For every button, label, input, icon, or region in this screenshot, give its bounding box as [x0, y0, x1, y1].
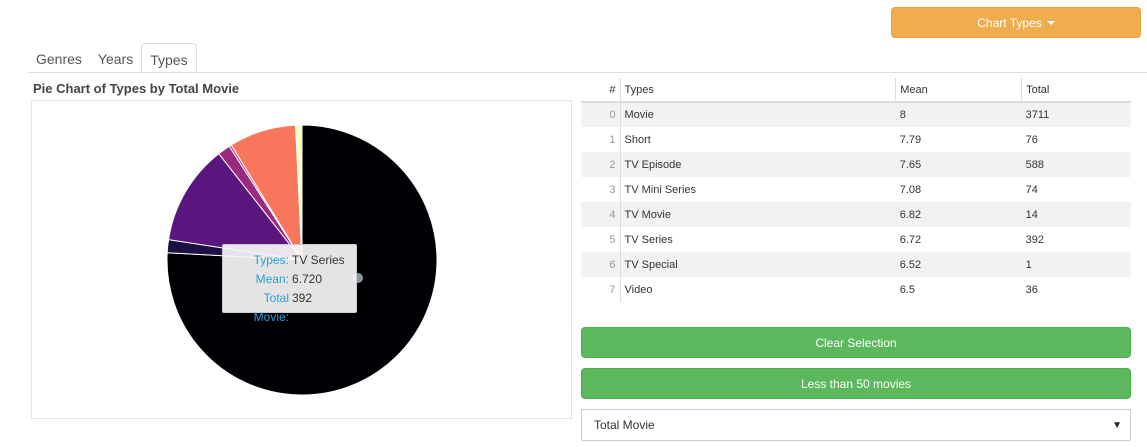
- row-total: 14: [1021, 202, 1131, 227]
- tooltip-mean-value: 6.720: [292, 272, 323, 286]
- row-index: 2: [581, 152, 621, 177]
- row-index: 0: [581, 102, 621, 127]
- row-mean: 7.08: [899, 183, 922, 196]
- row-total: 588: [1021, 152, 1131, 177]
- chart-tooltip: Types: TV Series Mean: 6.720 Total Movie: 3…: [222, 244, 357, 324]
- table-row[interactable]: 4 TV Movie 6.82 14: [581, 202, 1131, 227]
- row-mean: 6.72: [899, 233, 922, 246]
- header-total[interactable]: Total: [1021, 78, 1131, 103]
- row-index: 1: [581, 127, 621, 152]
- row-type: Movie: [620, 102, 896, 127]
- row-type: Short: [624, 133, 651, 146]
- metric-select[interactable]: Total Movie ▼: [581, 409, 1131, 441]
- row-type: TV Mini Series: [624, 183, 697, 196]
- types-table: # Types Mean Total 0 Movie 8 3711 1 Short 7.7…: [581, 78, 1131, 302]
- row-total: 36: [1025, 283, 1038, 296]
- table-row[interactable]: 5 TV Series 6.72 392: [581, 227, 1131, 252]
- table-row[interactable]: 7 Video 6.5 36: [581, 277, 1131, 302]
- row-total: 76: [1025, 133, 1038, 146]
- caret-down-icon: [1046, 20, 1055, 25]
- header-mean[interactable]: Mean: [895, 78, 1022, 103]
- chart-types-label: Chart Types: [977, 15, 1042, 30]
- tooltip-mean-label: Mean:: [255, 272, 289, 286]
- row-type: TV Episode: [620, 152, 896, 177]
- row-type: TV Movie: [620, 202, 896, 227]
- row-type: TV Series: [624, 233, 673, 246]
- dropdown-arrow-icon: ▼: [1112, 420, 1122, 431]
- tab-genres[interactable]: Genres: [28, 43, 90, 73]
- table-row[interactable]: 3 TV Mini Series 7.08 74: [581, 177, 1131, 202]
- tab-divider: [28, 72, 1147, 73]
- table-row[interactable]: 6 TV Special 6.52 1: [581, 252, 1131, 277]
- row-total: 74: [1025, 183, 1038, 196]
- metric-select-value: Total Movie: [594, 418, 655, 432]
- table-row[interactable]: 0 Movie 8 3711: [581, 102, 1131, 127]
- row-index: 3: [581, 177, 621, 202]
- less-than-50-button[interactable]: Less than 50 movies: [581, 368, 1131, 399]
- chart-types-button[interactable]: Chart Types: [891, 7, 1141, 38]
- row-mean: 7.79: [899, 133, 922, 146]
- header-types[interactable]: Types: [619, 78, 896, 103]
- table-header-row: # Types Mean Total: [581, 78, 1131, 103]
- row-type: Video: [624, 283, 653, 296]
- row-index: 7: [581, 277, 621, 302]
- row-type: TV Special: [620, 252, 896, 277]
- row-index: 6: [581, 252, 621, 277]
- row-total: 1: [1021, 252, 1131, 277]
- pie-chart-panel: Types: TV Series Mean: 6.720 Total Movie: 3…: [31, 100, 572, 419]
- row-mean: 6.82: [895, 202, 1022, 227]
- row-index: 5: [581, 227, 621, 252]
- row-total: 3711: [1021, 102, 1131, 127]
- tooltip-types-value: TV Series: [292, 253, 345, 267]
- row-total: 392: [1025, 233, 1044, 246]
- row-mean: 6.5: [899, 283, 916, 296]
- tab-years[interactable]: Years: [90, 43, 141, 73]
- table-row[interactable]: 1 Short 7.79 76: [581, 127, 1131, 152]
- tab-bar: Genres Years Types: [28, 43, 197, 73]
- tab-types[interactable]: Types: [141, 43, 197, 73]
- tooltip-total-label: Total Movie:: [253, 291, 289, 324]
- row-mean: 7.65: [895, 152, 1022, 177]
- chart-title: Pie Chart of Types by Total Movie: [33, 81, 240, 96]
- header-index[interactable]: #: [581, 78, 620, 103]
- clear-selection-button[interactable]: Clear Selection: [581, 327, 1131, 358]
- row-mean: 6.52: [895, 252, 1022, 277]
- table-row[interactable]: 2 TV Episode 7.65 588: [581, 152, 1131, 177]
- tooltip-total-value: 392: [292, 291, 313, 305]
- row-index: 4: [581, 202, 621, 227]
- tooltip-types-label: Types:: [253, 253, 289, 267]
- row-mean: 8: [895, 102, 1022, 127]
